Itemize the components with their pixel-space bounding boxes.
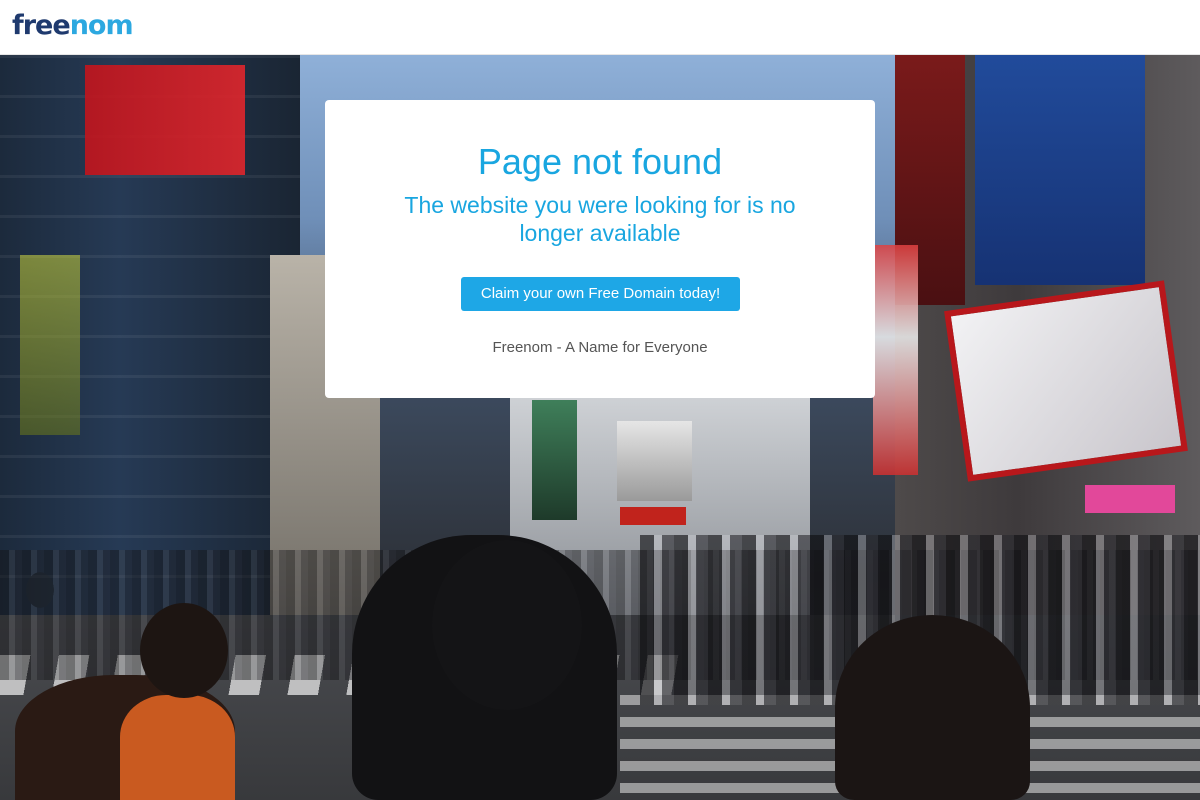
billboard-green bbox=[532, 400, 577, 520]
person-silhouette-right bbox=[835, 615, 1030, 800]
logo-text-free: free bbox=[12, 10, 71, 41]
freenom-logo[interactable]: freenom bbox=[12, 8, 134, 44]
vertical-sign-right bbox=[873, 245, 918, 475]
pink-sign bbox=[1085, 485, 1175, 513]
billboard-center bbox=[617, 421, 692, 501]
not-found-card: Page not found The website you were look… bbox=[325, 100, 875, 398]
claim-domain-button[interactable]: Claim your own Free Domain today! bbox=[461, 277, 740, 311]
glow-left bbox=[20, 255, 80, 435]
page-subtitle: The website you were looking for is no l… bbox=[404, 192, 796, 246]
tagline: Freenom - A Name for Everyone bbox=[492, 339, 708, 356]
person-head-left bbox=[140, 603, 228, 698]
video-screen bbox=[944, 280, 1188, 482]
page-title: Page not found bbox=[477, 141, 723, 182]
person-head-center bbox=[432, 540, 582, 710]
logo-text-nom: nom bbox=[69, 10, 134, 41]
red-sign-left bbox=[85, 65, 245, 175]
site-header: freenom bbox=[0, 0, 1200, 55]
blue-billboard bbox=[975, 55, 1145, 285]
abc-mart-sign bbox=[620, 507, 686, 525]
person-orange-jacket bbox=[120, 695, 235, 800]
